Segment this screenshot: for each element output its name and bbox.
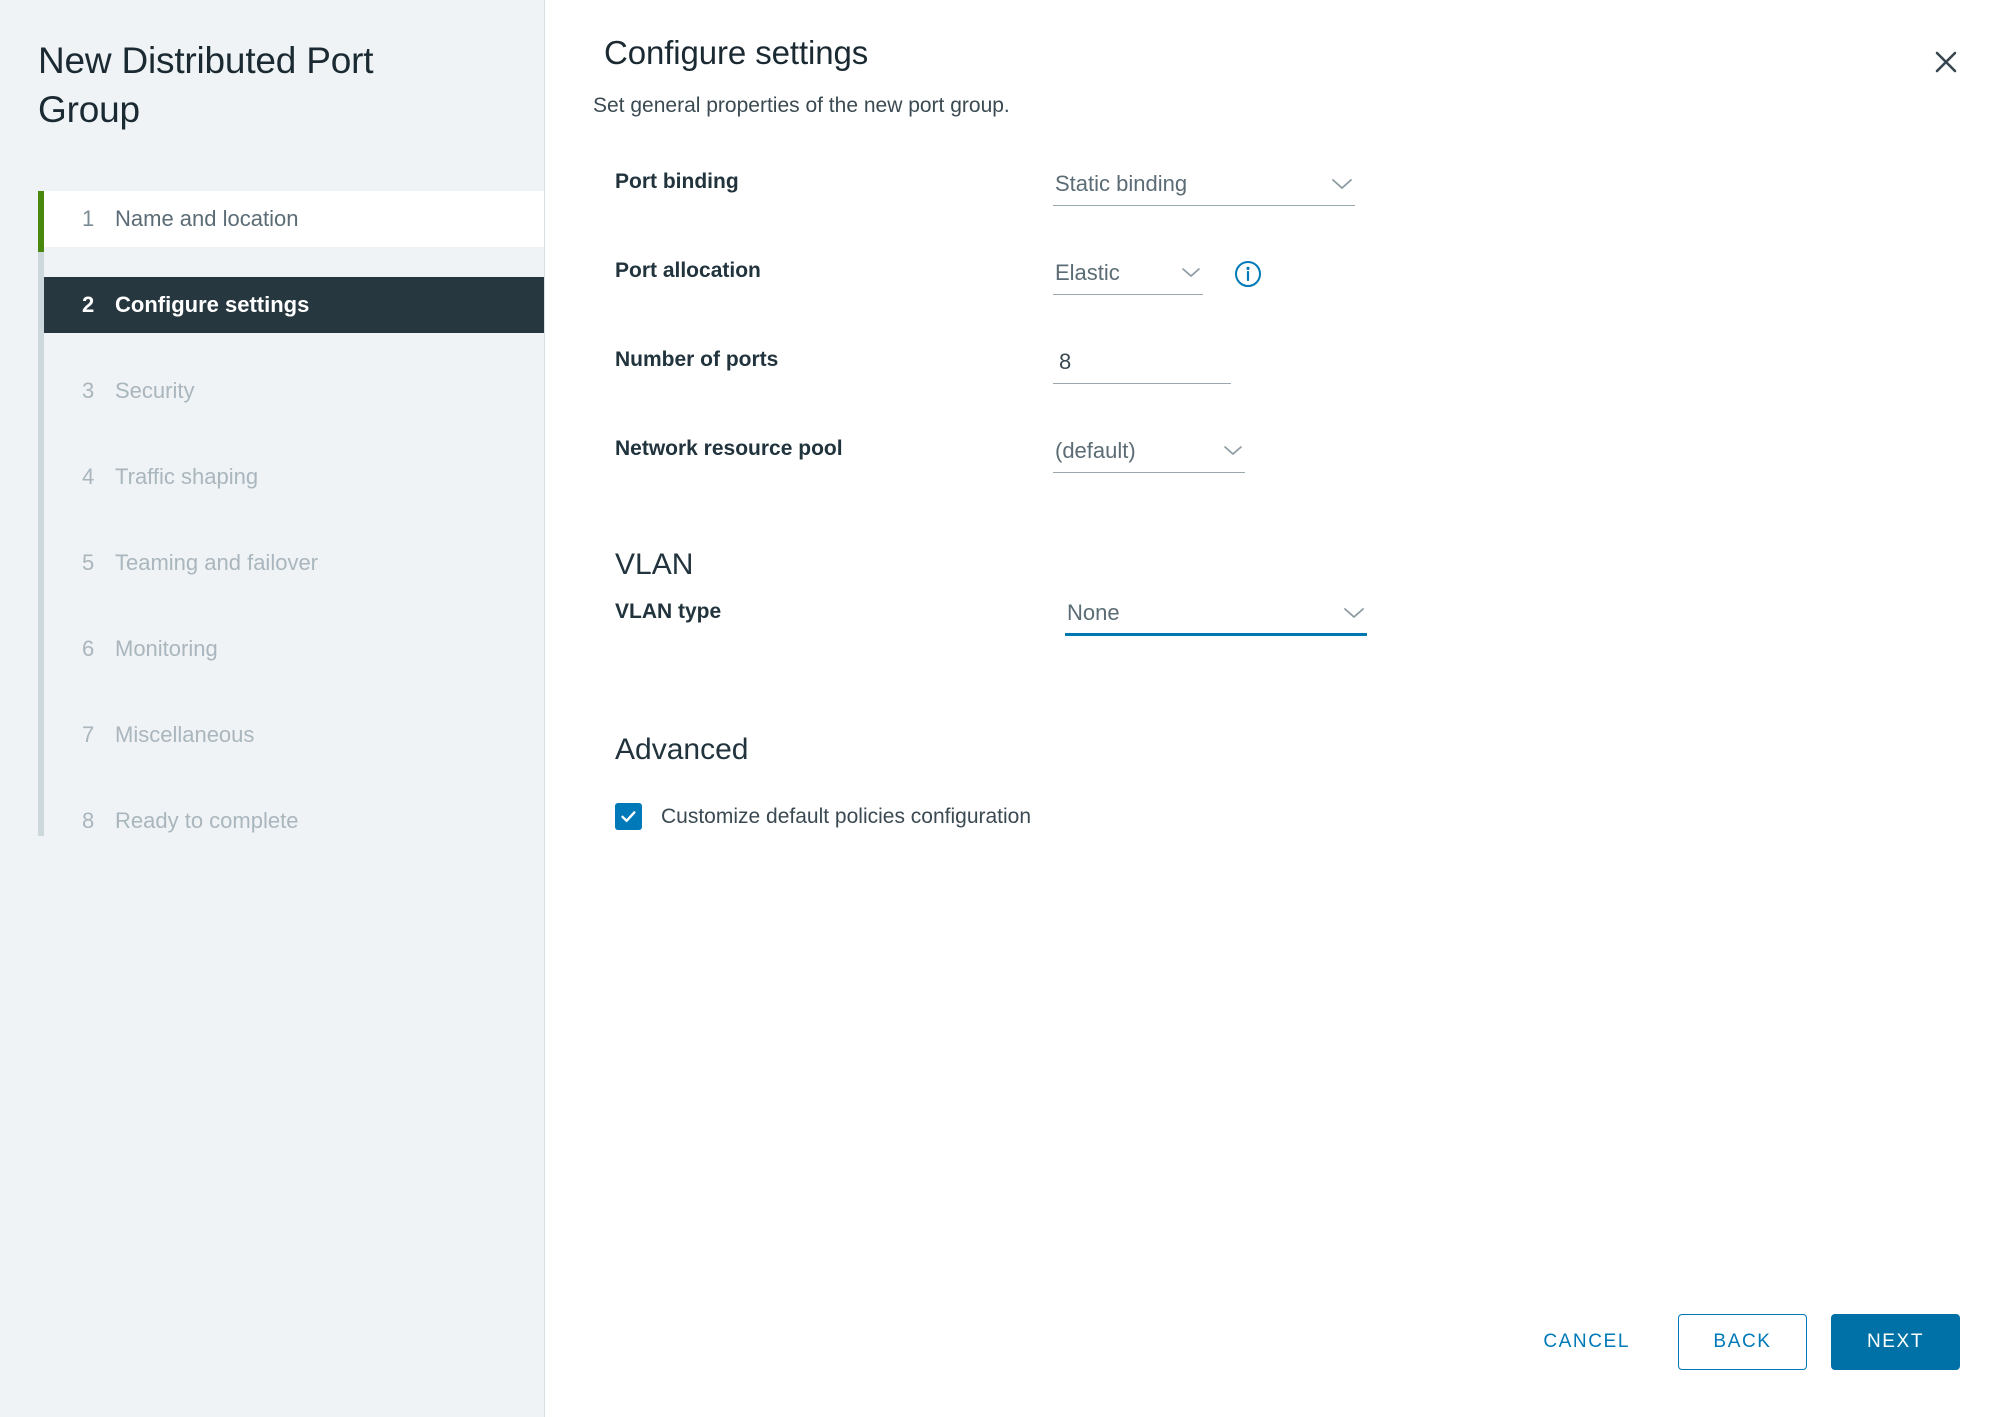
label-number-of-ports: Number of ports [615, 348, 779, 371]
number-of-ports-input[interactable] [1053, 344, 1231, 384]
sidebar-step-traffic-shaping[interactable]: 4 Traffic shaping [44, 449, 544, 505]
row-network-resource-pool: Network resource pool (default) [593, 429, 2010, 518]
step-label: Ready to complete [115, 808, 299, 834]
field-vlan-type: None [1053, 592, 2010, 636]
step-label: Configure settings [115, 292, 310, 318]
wizard-footer: CANCEL BACK NEXT [545, 1267, 2010, 1417]
step-spacer [38, 333, 544, 363]
page-subtitle: Set general properties of the new port g… [593, 94, 1010, 117]
label-port-allocation: Port allocation [615, 259, 761, 282]
step-label: Name and location [115, 206, 299, 232]
page-title: Configure settings [604, 34, 869, 71]
port-allocation-select[interactable]: Elastic [1053, 255, 1203, 295]
step-number: 2 [82, 292, 95, 318]
sidebar-step-monitoring[interactable]: 6 Monitoring [44, 621, 544, 677]
step-number: 3 [82, 378, 95, 404]
chevron-down-icon [1331, 177, 1353, 191]
field-port-binding: Static binding [1053, 162, 2010, 206]
sidebar-step-teaming-and-failover[interactable]: 5 Teaming and failover [44, 535, 544, 591]
field-network-resource-pool: (default) [1053, 429, 2010, 473]
step-spacer [38, 505, 544, 535]
step-label: Traffic shaping [115, 464, 259, 490]
vlan-type-select[interactable]: None [1065, 596, 1367, 636]
chevron-down-icon [1181, 266, 1201, 279]
step-spacer [38, 763, 544, 793]
step-label: Monitoring [115, 636, 218, 662]
step-spacer [38, 419, 544, 449]
wizard-steps: 1 Name and location 2 Configure settings… [0, 191, 544, 849]
step-number: 6 [82, 636, 95, 662]
row-port-allocation: Port allocation Elastic [593, 251, 2010, 340]
step-number: 7 [82, 722, 95, 748]
label-vlan-type: VLAN type [615, 600, 722, 623]
chevron-down-icon [1223, 444, 1243, 457]
step-number: 1 [82, 206, 95, 232]
new-distributed-port-group-wizard: New Distributed Port Group 1 Name and lo… [0, 0, 2010, 1417]
chevron-down-icon [1343, 606, 1365, 620]
sidebar-step-miscellaneous[interactable]: 7 Miscellaneous [44, 707, 544, 763]
step-label: Miscellaneous [115, 722, 255, 748]
wizard-content: Configure settings Set general propertie… [545, 0, 2010, 1417]
wizard-title: New Distributed Port Group [38, 40, 374, 131]
next-button[interactable]: NEXT [1831, 1314, 1960, 1370]
field-port-allocation: Elastic [1053, 251, 2010, 295]
step-spacer [38, 677, 544, 707]
port-allocation-value: Elastic [1055, 259, 1120, 285]
field-number-of-ports [1053, 340, 2010, 384]
vlan-type-value: None [1067, 599, 1120, 625]
checkbox-checked-icon[interactable] [615, 803, 642, 830]
step-number: 4 [82, 464, 95, 490]
back-button[interactable]: BACK [1678, 1314, 1807, 1370]
step-number: 8 [82, 808, 95, 834]
label-port-binding: Port binding [615, 170, 739, 193]
section-heading-vlan: VLAN [615, 548, 694, 581]
sidebar-step-name-and-location[interactable]: 1 Name and location [44, 191, 544, 248]
sidebar-step-security[interactable]: 3 Security [44, 363, 544, 419]
sidebar-step-ready-to-complete[interactable]: 8 Ready to complete [44, 793, 544, 849]
row-vlan-type: VLAN type None [593, 592, 2010, 681]
sidebar-step-configure-settings[interactable]: 2 Configure settings [44, 277, 544, 334]
customize-policies-label: Customize default policies configuration [661, 804, 1032, 828]
step-spacer [38, 591, 544, 621]
network-resource-pool-select[interactable]: (default) [1053, 433, 1245, 473]
network-resource-pool-value: (default) [1055, 437, 1136, 463]
port-binding-select[interactable]: Static binding [1053, 166, 1355, 206]
close-icon[interactable] [1924, 40, 1968, 84]
label-network-resource-pool: Network resource pool [615, 437, 843, 460]
customize-policies-checkbox-row[interactable]: Customize default policies configuration [593, 803, 2010, 830]
row-number-of-ports: Number of ports [593, 340, 2010, 429]
section-heading-advanced: Advanced [615, 733, 749, 766]
row-port-binding: Port binding Static binding [593, 162, 2010, 251]
port-binding-value: Static binding [1055, 170, 1188, 196]
settings-form: Port binding Static binding Port allocat… [545, 118, 2010, 830]
step-label: Teaming and failover [115, 550, 319, 576]
step-label: Security [115, 378, 195, 404]
info-circle-icon[interactable] [1233, 259, 1263, 289]
step-spacer [38, 247, 544, 277]
cancel-button[interactable]: CANCEL [1519, 1314, 1654, 1370]
wizard-sidebar: New Distributed Port Group 1 Name and lo… [0, 0, 545, 1417]
step-number: 5 [82, 550, 95, 576]
